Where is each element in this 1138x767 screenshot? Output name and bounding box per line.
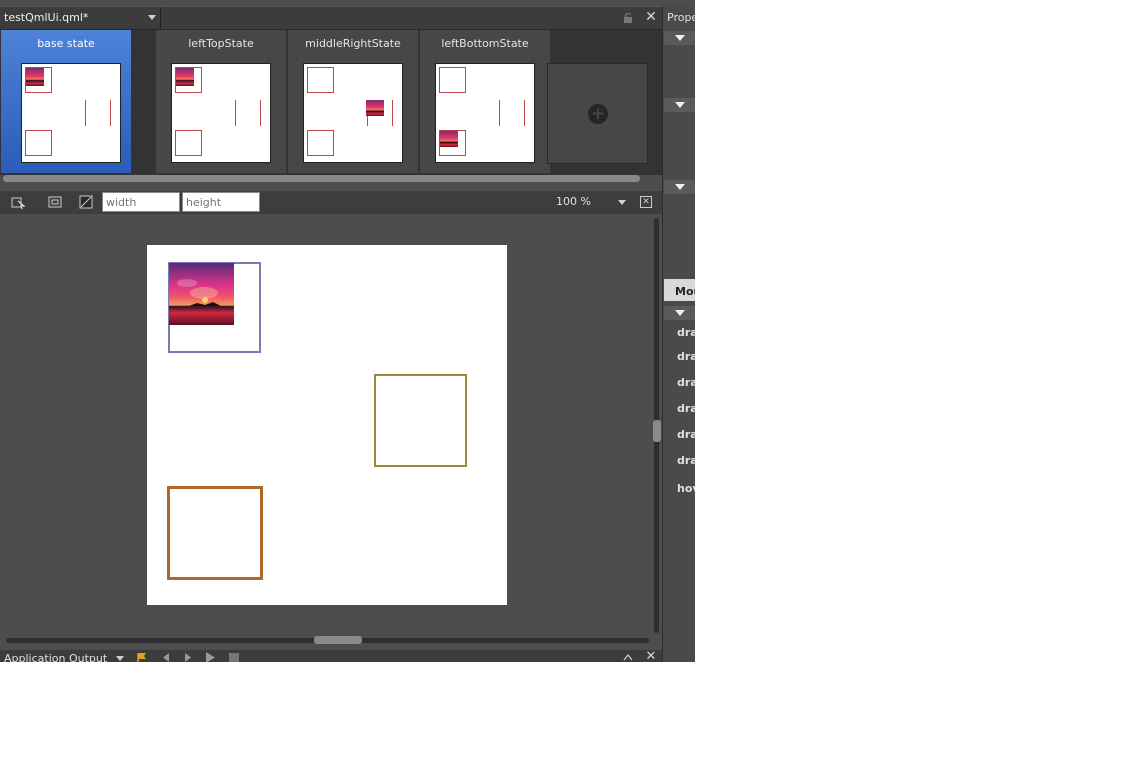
property-label: dra [677,454,695,467]
artboard[interactable] [147,245,507,605]
select-tool-icon[interactable] [10,194,28,211]
output-pane-bar: Application Output ✕ [0,650,662,662]
left-bottom-rectangle[interactable] [167,486,263,580]
state-thumbnail [435,63,535,163]
property-label: dra [677,326,695,339]
qml-designer-window: testQmlUi.qml* ✕ base state leftTopState [0,0,695,662]
property-label: dra [677,350,695,363]
design-canvas [0,214,662,650]
properties-section-header[interactable] [664,98,695,112]
property-label: hov [677,482,695,495]
close-icon[interactable]: ✕ [644,650,658,663]
state-thumbnail [171,63,271,163]
document-bar: testQmlUi.qml* ✕ [0,6,662,30]
sunset-image[interactable] [169,263,234,325]
horizontal-scroll-handle[interactable] [314,636,362,644]
lock-icon[interactable] [623,13,633,23]
state-thumbnail [21,63,121,163]
chevron-down-icon[interactable] [116,656,124,661]
states-scrollbar[interactable] [3,175,640,182]
state-label: middleRightState [305,37,401,50]
collapse-icon [675,102,685,108]
run-icon[interactable] [204,652,216,662]
chevron-down-icon[interactable] [618,200,626,205]
property-label: dra [677,376,695,389]
output-pane-selector[interactable]: Application Output [4,652,107,662]
back-arrow-icon[interactable] [160,652,172,662]
state-base[interactable]: base state [1,30,131,173]
fit-icon[interactable]: ✕ [640,196,652,208]
state-left-top[interactable]: leftTopState [156,30,286,173]
state-thumbnail [303,63,403,163]
properties-section-header[interactable] [664,31,695,45]
anchor-icon[interactable] [77,194,95,211]
properties-title: Prope [667,11,695,24]
state-left-bottom[interactable]: leftBottomState [420,30,550,173]
close-icon[interactable]: ✕ [644,10,658,24]
states-panel: base state leftTopState middleRightState [0,30,662,182]
state-middle-right[interactable]: middleRightState [288,30,418,173]
add-state-button[interactable]: + [547,63,648,164]
stop-icon[interactable] [228,652,240,662]
properties-panel: Prope Mou dra dra dra dra dra dra hov [662,6,695,662]
collapse-icon [675,35,685,41]
chevron-down-icon[interactable] [148,15,156,20]
property-label: dra [677,402,695,415]
frame-icon[interactable] [46,194,64,211]
document-title: testQmlUi.qml* [4,11,89,24]
height-field[interactable] [182,192,260,212]
middle-right-rectangle[interactable] [374,374,467,467]
flag-icon[interactable] [136,652,148,662]
vertical-scroll-handle[interactable] [653,420,661,442]
mouse-area-tab[interactable]: Mou [664,279,695,301]
width-field[interactable] [102,192,180,212]
state-label: base state [37,37,95,50]
forward-arrow-icon[interactable] [182,652,194,662]
form-editor-toolbar: 100 % ✕ [0,191,662,214]
add-icon: + [588,104,608,124]
zoom-level[interactable]: 100 % [556,195,591,208]
state-label: leftTopState [188,37,254,50]
collapse-icon [675,310,685,316]
chevron-up-icon[interactable] [622,652,634,662]
properties-section-header[interactable] [664,306,695,320]
collapse-icon [675,184,685,190]
state-label: leftBottomState [441,37,529,50]
properties-section-header[interactable] [664,180,695,194]
document-selector[interactable]: testQmlUi.qml* [0,7,161,29]
property-label: dra [677,428,695,441]
